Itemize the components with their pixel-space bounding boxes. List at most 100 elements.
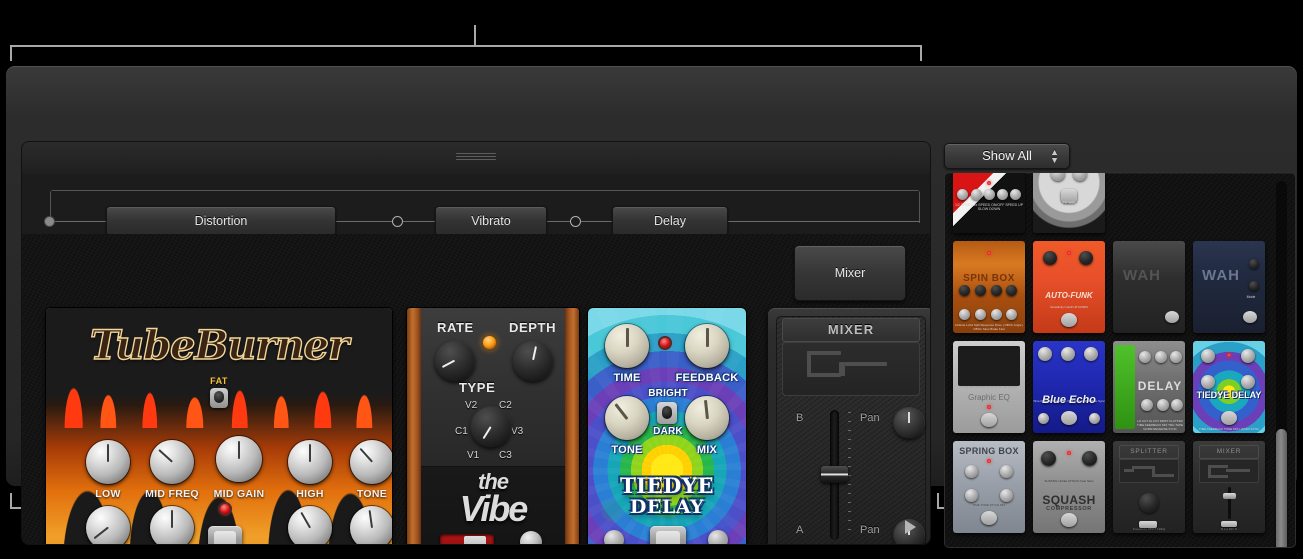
routing-slot-distortion[interactable]: Distortion	[106, 206, 336, 236]
window-grip-icon[interactable]	[456, 153, 496, 161]
knob-bias[interactable]	[86, 506, 130, 544]
graphic-eq-art: Graphic EQ 31 63 125 250 500 1k 2k 4k 8k…	[953, 341, 1025, 433]
blue-echo-captions: Time Repeats Mix SYNC OUT FX LO OFF Mute…	[1033, 399, 1105, 403]
squash-art: SQUASH COMPRESSOR SUSTAIN LEVEL ATTACK F…	[1033, 441, 1105, 533]
tiedye-title: TIEDYE DELAY	[1196, 390, 1262, 400]
browser-grid[interactable]: Total Tremolo 1/2 SPEED 2x SPEED ON/OFF …	[944, 172, 1296, 548]
rotor-cabinet-captions: FX MIX	[1062, 200, 1076, 205]
delay-tone-knob[interactable]	[605, 396, 649, 440]
mixer-pan-knob-b[interactable]	[894, 408, 924, 438]
classic-wah-art: WAH Mode	[1193, 241, 1265, 333]
knob-low[interactable]	[86, 440, 130, 484]
mixer-icon	[1199, 459, 1259, 483]
knob-drive[interactable]	[288, 506, 332, 544]
pedal-delay-tiedye[interactable]: TIME FEEDBACK BRIGHT DARK TONE MIX TIEDY…	[588, 308, 746, 544]
browser-item-tiedye-delay[interactable]: TIEDYE DELAY TIME FEEDBACK TONE MIX LIST…	[1193, 341, 1265, 433]
vibe-brand-vibe: Vibe	[459, 488, 529, 529]
delay-sync-button[interactable]	[708, 530, 728, 544]
browser-item-mixer[interactable]: MIXER B A A MIX B	[1193, 441, 1265, 533]
knob-high[interactable]	[288, 440, 332, 484]
fat-toggle-switch[interactable]	[210, 388, 228, 408]
browser-row-1: Total Tremolo 1/2 SPEED 2x SPEED ON/OFF …	[953, 173, 1265, 233]
squash-subtitle: COMPRESSOR	[1046, 506, 1092, 512]
browser-item-spring-box[interactable]: SPRING BOX TIME TONE STYLE MIX	[953, 441, 1025, 533]
knob-output[interactable]	[350, 506, 392, 544]
knob-squash[interactable]	[150, 506, 194, 544]
routing-slot-vibrato[interactable]: Vibrato	[435, 206, 547, 236]
browser-grid-inner: Total Tremolo 1/2 SPEED 2x SPEED ON/OFF …	[953, 173, 1265, 541]
vibe-onoff-switch[interactable]	[440, 534, 494, 544]
expand-arrow-icon[interactable]	[905, 520, 916, 534]
vibe-type-c1: C1	[455, 426, 468, 437]
splitter-icon	[1119, 459, 1179, 483]
delay-feedback-knob[interactable]	[685, 324, 729, 368]
routing-node-input[interactable]	[44, 216, 55, 227]
module-mixer[interactable]: MIXER B A Pan Pan	[768, 308, 930, 544]
vibe-type-v3: V3	[511, 426, 524, 437]
vibe-type-knob[interactable]	[471, 407, 511, 447]
browser-item-rotor-cabinet[interactable]: FX MIX	[1033, 173, 1105, 233]
squash-captions: SUSTAIN LEVEL ATTACK Fast Slow	[1044, 479, 1094, 483]
rotor-cabinet-art: FX MIX	[1033, 173, 1105, 233]
delay-mix-knob[interactable]	[685, 396, 729, 440]
knob-mid-gain[interactable]	[216, 436, 262, 482]
routing-slot-delay[interactable]: Delay	[612, 206, 728, 236]
browser-filter-value: Show All	[982, 148, 1032, 163]
tru-tape-title: DELAY	[1137, 379, 1183, 393]
spin-box-art: SPIN BOX Cabinet Lo/Hi Split Response Dr…	[953, 241, 1025, 333]
spin-box-captions: Cabinet Lo/Hi Split Response Drive | Off…	[954, 323, 1024, 331]
splitter-captions: Frequency SPLIT FREQ	[1132, 527, 1166, 531]
auto-funk-art: AUTO-FUNK Sensitivity Cutoff UP DOWN	[1033, 241, 1105, 333]
delay-footswitch[interactable]	[650, 526, 686, 544]
knob-mid-freq[interactable]	[150, 440, 194, 484]
vibe-rate-knob[interactable]	[435, 341, 475, 381]
browser-item-auto-funk[interactable]: AUTO-FUNK Sensitivity Cutoff UP DOWN	[1033, 241, 1105, 333]
browser-item-tru-tape-delay[interactable]: DELAY LO CUT HI CUT DRIFT FLUTTER TIME F…	[1113, 341, 1185, 433]
wah-title: WAH	[1123, 267, 1161, 284]
delay-time-label: TIME	[613, 372, 641, 384]
pedalboard-area: Distortion Vibrato Delay Mixer TubeBurne…	[22, 142, 930, 544]
delay-tone-toggle[interactable]	[657, 402, 677, 424]
knob-tone[interactable]	[350, 440, 392, 484]
browser-item-squash-compressor[interactable]: SQUASH COMPRESSOR SUSTAIN LEVEL ATTACK F…	[1033, 441, 1105, 533]
spin-box-title: SPIN BOX	[963, 273, 1015, 284]
mixer-label-a: A	[796, 524, 804, 536]
routing-node-1[interactable]	[392, 216, 403, 227]
vibe-wood-right	[565, 308, 579, 544]
browser-item-empty-2[interactable]	[1193, 173, 1265, 233]
mixer-item-captions: B A A MIX B	[1220, 527, 1237, 531]
browser-item-graphic-eq[interactable]: Graphic EQ 31 63 125 250 500 1k 2k 4k 8k…	[953, 341, 1025, 433]
delay-status-led	[660, 338, 670, 348]
classic-wah-title: WAH	[1202, 267, 1240, 284]
browser-item-splitter[interactable]: SPLITTER Frequency SPLIT FREQ	[1113, 441, 1185, 533]
tiedye-brand-line1: TIEDYE	[620, 473, 714, 498]
mixer-crossfade-thumb[interactable]	[821, 466, 848, 483]
auto-funk-captions: Sensitivity Cutoff UP DOWN	[1050, 305, 1088, 309]
browser-item-classic-wah[interactable]: WAH Mode	[1193, 241, 1265, 333]
total-tremolo-art: Total Tremolo 1/2 SPEED 2x SPEED ON/OFF …	[953, 173, 1025, 233]
browser-item-spin-box[interactable]: SPIN BOX Cabinet Lo/Hi Split Response Dr…	[953, 241, 1025, 333]
delay-listen-button[interactable]	[604, 530, 624, 544]
pedal-distortion-tubeburner[interactable]: TubeBurner FAT LOW MID FREQ MID GAIN HIG…	[46, 308, 392, 544]
browser-item-wah[interactable]: WAH	[1113, 241, 1185, 333]
pedal-vibrato-the-vibe[interactable]: RATE DEPTH TYPE V2 C2 C1 V3 V1 C3 the Vi…	[407, 308, 579, 544]
spring-box-art: SPRING BOX TIME TONE STYLE MIX	[953, 441, 1025, 533]
vibe-depth-knob[interactable]	[513, 341, 553, 381]
routing-node-2[interactable]	[570, 216, 581, 227]
tru-tape-captions: LO CUT HI CUT DRIFT FLUTTER TIME FEEDBAC…	[1137, 419, 1183, 431]
squash-title: SQUASH	[1042, 493, 1096, 507]
pedalboard-titlebar	[22, 142, 930, 175]
splitter-title: SPLITTER	[1119, 445, 1179, 459]
delay-time-knob[interactable]	[605, 324, 649, 368]
browser-item-blue-echo[interactable]: Blue Echo Time Repeats Mix SYNC OUT FX L…	[1033, 341, 1105, 433]
browser-filter-dropdown[interactable]: Show All ▲ ▼	[944, 143, 1070, 169]
distortion-footswitch[interactable]	[208, 526, 242, 544]
auto-funk-title: AUTO-FUNK	[1045, 291, 1093, 300]
browser-scrollbar-thumb[interactable]	[1276, 429, 1287, 547]
tiedye-brand: TIEDYE DELAY	[588, 473, 746, 517]
mixer-art: MIXER B A A MIX B	[1193, 441, 1265, 533]
browser-item-empty-1[interactable]	[1113, 173, 1185, 233]
routing-slot-mixer[interactable]: Mixer	[794, 245, 906, 301]
browser-item-total-tremolo[interactable]: Total Tremolo 1/2 SPEED 2x SPEED ON/OFF …	[953, 173, 1025, 233]
mixer-item-title: MIXER	[1199, 445, 1259, 459]
